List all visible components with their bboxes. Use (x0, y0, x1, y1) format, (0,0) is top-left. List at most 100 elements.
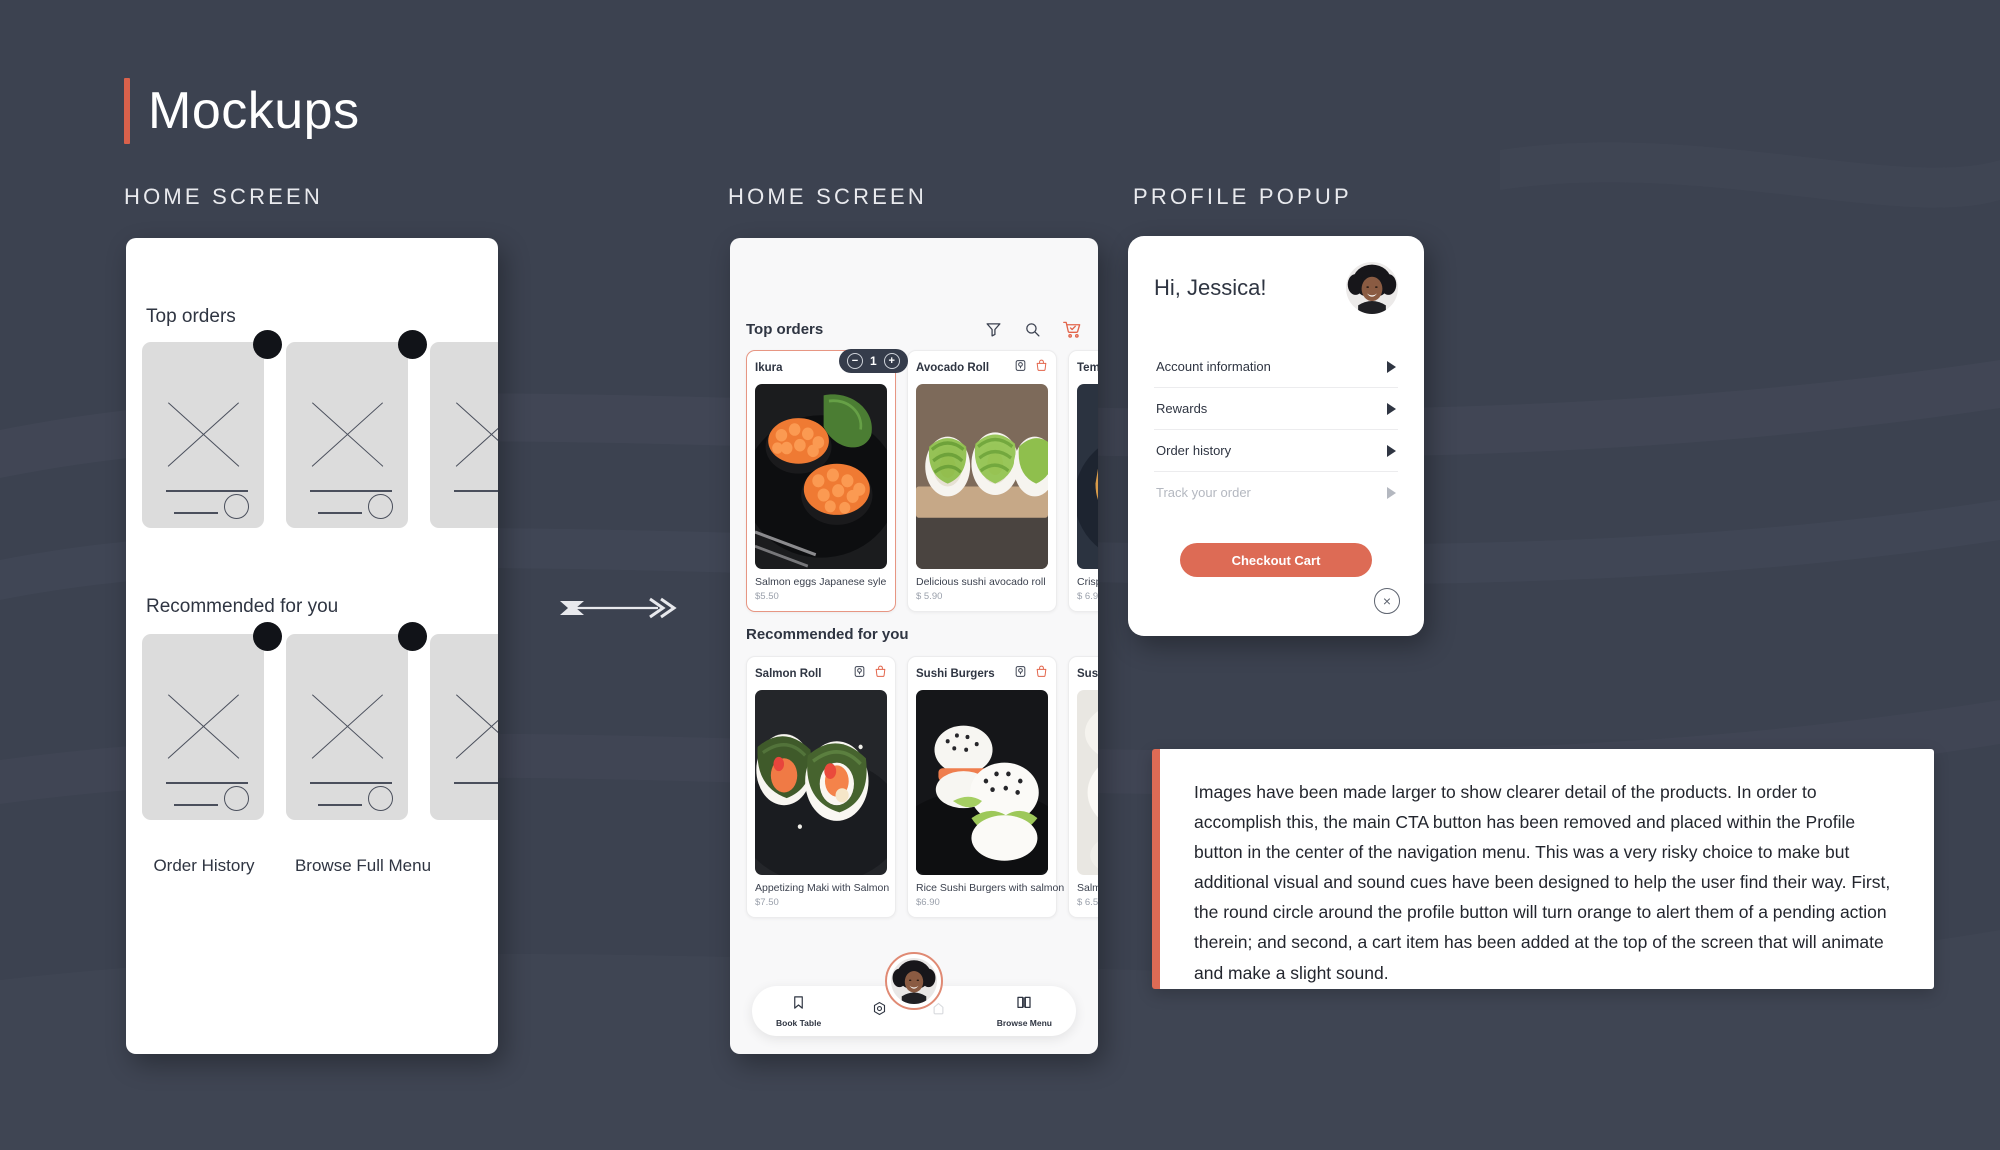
placeholder-line (454, 782, 498, 784)
location-icon (872, 1001, 887, 1021)
wireframe-top-orders-title: Top orders (146, 306, 236, 327)
product-card[interactable]: Salmon Roll Appetizing Maki with Salmon … (746, 656, 896, 918)
avatar[interactable] (1346, 262, 1398, 314)
chevron-right-icon (1387, 444, 1396, 457)
profile-popup: Hi, Jessica! Account information Rewards… (1128, 236, 1424, 636)
search-icon[interactable] (1024, 321, 1041, 338)
product-card-header: Avocado Roll (916, 358, 1048, 378)
popup-row-order-history[interactable]: Order history (1154, 430, 1398, 472)
wireframe-order-history-label[interactable]: Order History (140, 856, 268, 876)
chevron-right-icon (1387, 402, 1396, 415)
product-card[interactable]: Tempura (1068, 350, 1098, 612)
product-card-header: Sushi R (1077, 664, 1098, 684)
product-card[interactable]: Sushi R Salmo (1068, 656, 1098, 918)
row-label: Rewards (1156, 401, 1208, 416)
cart-icon[interactable] (1063, 320, 1082, 339)
placeholder-line (318, 512, 362, 514)
nav-home[interactable] (931, 1001, 946, 1021)
slide-canvas: Mockups HOME SCREEN HOME SCREEN PROFILE … (0, 0, 2000, 1150)
placeholder-cross-icon (455, 694, 498, 759)
product-image-sushi-rolls (1077, 690, 1098, 875)
flow-arrow-icon (558, 592, 678, 624)
product-name: Ikura (755, 362, 783, 374)
column-label-profile-popup: PROFILE POPUP (1133, 184, 1352, 209)
product-description: Salmon eggs Japanese syle (755, 576, 887, 588)
filter-icon[interactable] (985, 321, 1002, 338)
placeholder-line (166, 782, 248, 784)
save-icon[interactable] (1014, 359, 1027, 377)
wireframe-card[interactable] (286, 342, 408, 528)
product-card[interactable]: Sushi Burgers Rice Sushi Burgers with sa… (907, 656, 1065, 918)
nav-label: Browse Menu (996, 1018, 1052, 1028)
avatar (891, 958, 937, 1004)
add-to-basket-icon[interactable] (1035, 359, 1048, 377)
placeholder-circle-icon (224, 494, 249, 519)
product-image-tempura (1077, 384, 1098, 569)
product-image-ikura (755, 384, 887, 569)
product-description: Salmon (1077, 882, 1098, 894)
checkout-cart-button[interactable]: Checkout Cart (1180, 543, 1372, 577)
hifi-toolbar (985, 320, 1082, 339)
placeholder-line (318, 804, 362, 806)
hifi-bottom-nav-wrapper: Book Table Browse Menu (730, 944, 1098, 1036)
row-label: Order history (1156, 443, 1232, 458)
save-icon[interactable] (853, 665, 866, 683)
title-label: Mockups (148, 82, 360, 140)
wireframe-badge-dot (253, 330, 282, 359)
wireframe-card[interactable] (142, 342, 264, 528)
placeholder-cross-icon (455, 402, 498, 467)
popup-row-track-your-order[interactable]: Track your order (1154, 472, 1398, 513)
product-name: Salmon Roll (755, 668, 822, 680)
hifi-top-orders-title: Top orders (746, 320, 824, 338)
save-icon[interactable] (1014, 665, 1027, 683)
wireframe-card[interactable] (430, 342, 498, 528)
placeholder-line (454, 490, 498, 492)
chevron-right-icon (1387, 486, 1396, 499)
popup-greeting-row: Hi, Jessica! (1154, 262, 1398, 314)
page-title: Mockups (124, 78, 360, 144)
add-to-basket-icon[interactable] (874, 665, 887, 683)
product-name: Tempura (1077, 362, 1098, 374)
product-card[interactable]: Ikura − 1 + Salmon eggs Japanese syle $5… (746, 349, 908, 612)
nav-location[interactable] (872, 1001, 887, 1021)
stepper-minus-button[interactable]: − (847, 353, 863, 369)
row-label: Track your order (1156, 485, 1251, 500)
nav-browse-menu[interactable]: Browse Menu (997, 994, 1052, 1028)
hifi-recommended-title: Recommended for you (746, 626, 909, 643)
wireframe-card[interactable] (142, 634, 264, 820)
hifi-recommended-rail[interactable]: Salmon Roll Appetizing Maki with Salmon … (746, 656, 1098, 918)
product-price: $7.50 (755, 897, 779, 908)
wireframe-badge-dot (398, 330, 427, 359)
hifi-top-orders-rail[interactable]: Ikura − 1 + Salmon eggs Japanese syle $5… (746, 349, 1098, 612)
product-image-sushi-burgers (916, 690, 1048, 875)
product-description: Rice Sushi Burgers with salmon (916, 882, 1065, 894)
wireframe-mockup: Top orders Recommended for you Order His… (126, 238, 498, 1054)
nav-label: Book Table (776, 1017, 822, 1028)
wireframe-recommended-title: Recommended for you (146, 596, 339, 617)
popup-row-rewards[interactable]: Rewards (1154, 388, 1398, 430)
product-description: Appetizing Maki with Salmon (755, 882, 890, 894)
bookmark-icon (791, 995, 806, 1015)
placeholder-circle-icon (368, 494, 393, 519)
nav-book-table[interactable]: Book Table (776, 995, 821, 1028)
popup-menu-list: Account information Rewards Order histor… (1154, 346, 1398, 513)
popup-row-account-information[interactable]: Account information (1154, 346, 1398, 388)
product-card-header: Salmon Roll (755, 664, 887, 684)
wireframe-badge-dot (398, 622, 427, 651)
product-card[interactable]: Avocado Roll Delicious sushi avocado rol… (907, 350, 1057, 612)
close-icon[interactable]: × (1374, 588, 1400, 614)
product-price: $ 6.90 (1077, 591, 1098, 602)
wireframe-card[interactable] (286, 634, 408, 820)
stepper-plus-button[interactable]: + (883, 353, 900, 369)
placeholder-line (174, 512, 218, 514)
chevron-right-icon (1387, 360, 1396, 373)
wireframe-browse-menu-label[interactable]: Browse Full Menu (278, 856, 448, 876)
placeholder-circle-icon (368, 786, 393, 811)
stepper-value: 1 (870, 354, 877, 368)
add-to-basket-icon[interactable] (1035, 665, 1048, 683)
product-price: $6.90 (916, 897, 940, 908)
wireframe-card[interactable] (430, 634, 498, 820)
profile-avatar-button[interactable] (885, 952, 943, 1010)
quantity-stepper[interactable]: − 1 + (839, 349, 908, 373)
greeting-label: Hi, Jessica! (1154, 275, 1267, 300)
